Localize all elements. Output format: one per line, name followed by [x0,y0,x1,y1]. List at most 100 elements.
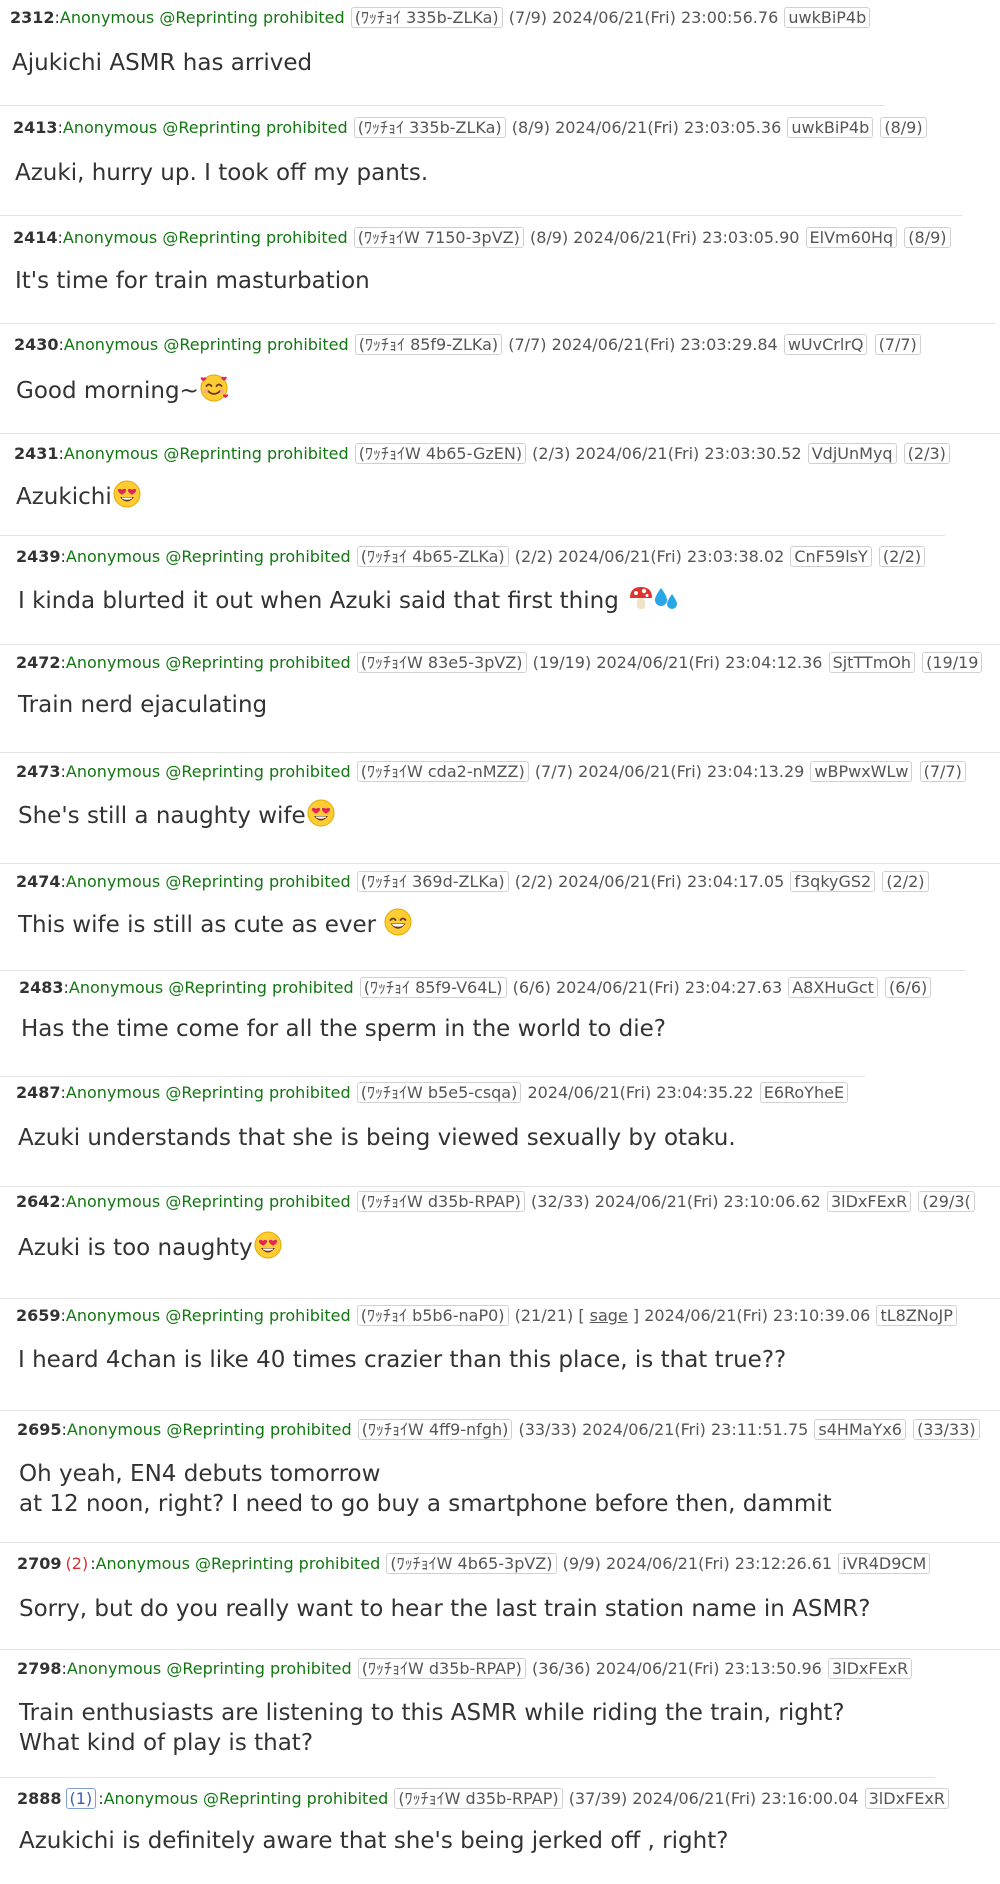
post: 2472:Anonymous @Reprinting prohibited (ﾜ… [0,645,1000,753]
post-count: (2/3) [532,444,571,463]
post-body: This wife is still as cute as ever [18,908,412,944]
post-number-link[interactable]: 2439 [16,547,61,566]
post-header: 2659:Anonymous @Reprinting prohibited (ﾜ… [16,1304,958,1328]
post-datetime: 2024/06/21(Fri) 23:16:00.04 [632,1789,859,1808]
poster-id-link[interactable]: iVR4D9CM [838,1553,931,1574]
post-body: She's still a naughty wife [18,799,335,835]
reply-count-link[interactable]: (1) [65,1788,97,1809]
poster-id-link[interactable]: SjtTTmOh [828,652,916,673]
post-count: (37/39) [568,1789,628,1808]
post-number-link[interactable]: 2414 [13,228,58,247]
post-number-link[interactable]: 2642 [16,1192,61,1211]
sage-link[interactable]: sage [590,1306,628,1325]
id-count-link[interactable]: (29/3( [918,1191,975,1212]
post-number-link[interactable]: 2312 [10,8,55,27]
poster-id-link[interactable]: wUvCrlrQ [783,334,868,355]
poster-id-link[interactable]: E6RoYheE [759,1082,849,1103]
post-count: (2/2) [514,547,553,566]
poster-name: Anonymous @Reprinting prohibited [65,762,351,781]
poster-id-link[interactable]: uwkBiP4b [784,7,871,28]
poster-tag: (ﾜｯﾁｮｲ 335b-ZLKa) [353,117,506,138]
post-number-link[interactable]: 2413 [13,118,58,137]
poster-id-link[interactable]: f3qkyGS2 [790,871,876,892]
post-count: (21/21) [514,1306,574,1325]
post-count: (2/2) [514,872,553,891]
post-datetime: 2024/06/21(Fri) 23:04:27.63 [555,978,783,997]
post-body-line: It's time for train masturbation [15,268,370,294]
poster-name: Anonymous @Reprinting prohibited [66,1659,352,1678]
post-header: 2413:Anonymous @Reprinting prohibited (ﾜ… [13,116,928,140]
post-body-line: She's still a naughty wife [18,803,306,829]
poster-id-link[interactable]: 3lDxFExR [864,1788,949,1809]
id-count-link[interactable]: (8/9) [880,117,927,138]
post-number-link[interactable]: 2888 [17,1789,62,1808]
poster-tag: (ﾜｯﾁｮｲW 83e5-3pVZ) [356,652,527,673]
poster-id-link[interactable]: tL8ZNoJP [876,1305,957,1326]
post-number-link[interactable]: 2659 [16,1306,61,1325]
post-count: (33/33) [518,1420,578,1439]
poster-tag: (ﾜｯﾁｮｲW 7150-3pVZ) [353,227,524,248]
post-body: I heard 4chan is like 40 times crazier t… [18,1345,786,1375]
id-count-link[interactable]: (6/6) [885,977,932,998]
post-number-link[interactable]: 2695 [17,1420,62,1439]
post: 2431:Anonymous @Reprinting prohibited (ﾜ… [0,434,1000,536]
post-body-line: What kind of play is that? [19,1730,314,1756]
poster-id-link[interactable]: ElVm60Hq [805,227,898,248]
poster-tag: (ﾜｯﾁｮｲW d35b-RPAP) [356,1191,525,1212]
post-header: 2888 (1):Anonymous @Reprinting prohibited… [17,1787,950,1811]
poster-id-link[interactable]: uwkBiP4b [787,117,874,138]
id-count-link[interactable]: (8/9) [904,227,951,248]
post-body: Azuki is too naughty [18,1231,282,1267]
poster-tag: (ﾜｯﾁｮｲW 4ff9-nfgh) [357,1419,513,1440]
post-body: Has the time come for all the sperm in t… [21,1014,666,1044]
post-body: It's time for train masturbation [15,266,370,296]
post-number-link[interactable]: 2483 [19,978,64,997]
sage-bracket-open: [ [578,1306,590,1325]
poster-id-link[interactable]: CnF59lsY [790,546,872,567]
post-datetime: 2024/06/21(Fri) 23:04:35.22 [527,1083,754,1102]
post-number-link[interactable]: 2798 [17,1659,62,1678]
post-datetime: 2024/06/21(Fri) 23:03:05.90 [573,228,800,247]
poster-name: Anonymous @Reprinting prohibited [65,653,351,672]
post-header: 2431:Anonymous @Reprinting prohibited (ﾜ… [14,442,951,466]
post: 2474:Anonymous @Reprinting prohibited (ﾜ… [0,864,1000,971]
poster-tag: (ﾜｯﾁｮｲ 369d-ZLKa) [356,871,509,892]
poster-tag: (ﾜｯﾁｮｲ 85f9-V64L) [359,977,507,998]
poster-tag: (ﾜｯﾁｮｲ 335b-ZLKa) [350,7,503,28]
id-count-link[interactable]: (33/33) [913,1419,980,1440]
post-count: (7/7) [534,762,574,781]
post-number-link[interactable]: 2709 [17,1554,62,1573]
post-header: 2642:Anonymous @Reprinting prohibited (ﾜ… [16,1190,976,1214]
post-body-line: Ajukichi ASMR has arrived [12,50,313,76]
post-number-link[interactable]: 2472 [16,653,61,672]
poster-id-link[interactable]: A8XHuGct [788,977,878,998]
id-count-link[interactable]: (7/7) [919,761,966,782]
poster-name: Anonymous @Reprinting prohibited [103,1789,389,1808]
post: 2888 (1):Anonymous @Reprinting prohibited… [0,1778,1000,1884]
post-datetime: 2024/06/21(Fri) 23:00:56.76 [552,8,779,27]
post: 2312:Anonymous @Reprinting prohibited (ﾜ… [0,0,1000,106]
id-count-link[interactable]: (7/7) [874,334,921,355]
id-count-link[interactable]: (2/2) [878,546,926,567]
id-count-link[interactable]: (2/3) [903,443,950,464]
post-number-link[interactable]: 2431 [14,444,59,463]
post-number-link[interactable]: 2474 [16,872,61,891]
poster-id-link[interactable]: 3lDxFExR [827,1658,913,1679]
post-count: (8/9) [529,228,569,247]
reply-count-link[interactable]: (2) [66,1554,89,1573]
poster-id-link[interactable]: wBPwxWLw [810,761,913,782]
id-count-link[interactable]: (2/2) [882,871,929,892]
thread-post-list: 2312:Anonymous @Reprinting prohibited (ﾜ… [0,0,1000,1884]
post-datetime: 2024/06/21(Fri) 23:04:12.36 [596,653,823,672]
smiling-face-with-hearts-icon [200,374,228,410]
post-number-link[interactable]: 2487 [16,1083,61,1102]
poster-id-link[interactable]: s4HMaYx6 [814,1419,906,1440]
poster-tag: (ﾜｯﾁｮｲ 4b65-ZLKa) [356,546,509,567]
post-body: Azukichi is definitely aware that she's … [19,1826,728,1856]
id-count-link[interactable]: (19/19 [922,652,983,673]
post-number-link[interactable]: 2473 [16,762,61,781]
poster-id-link[interactable]: 3lDxFExR [826,1191,912,1212]
post-header: 2439:Anonymous @Reprinting prohibited (ﾜ… [16,545,926,569]
post-number-link[interactable]: 2430 [14,335,59,354]
poster-id-link[interactable]: VdjUnMyq [807,443,897,464]
